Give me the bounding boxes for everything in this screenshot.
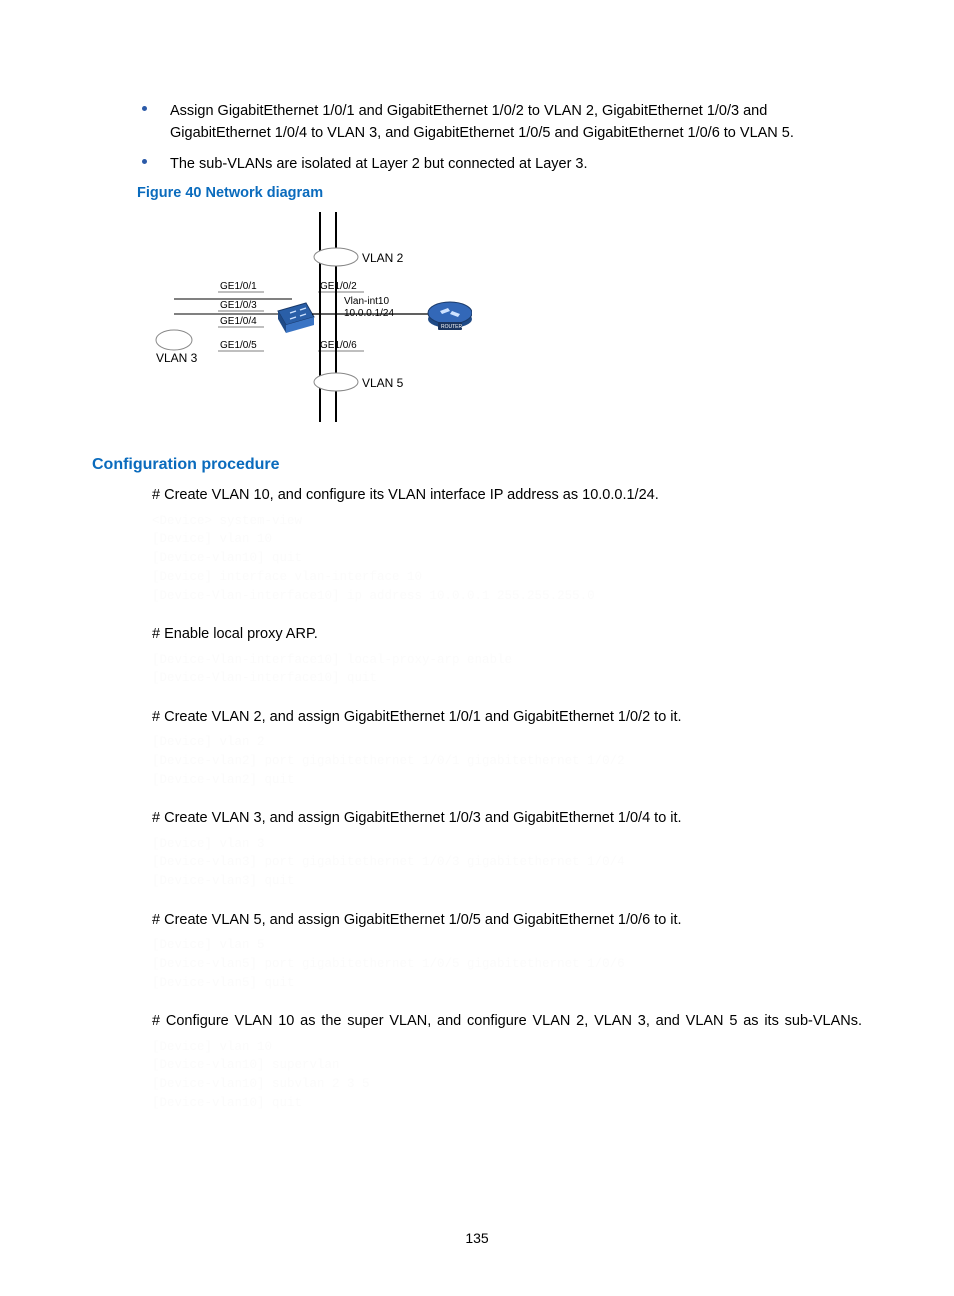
- cli-block: [Device-Vlan-interface10] local-proxy-ar…: [152, 651, 862, 689]
- page-number: 135: [0, 1230, 954, 1246]
- ge101-label: GE1/0/1: [220, 281, 257, 292]
- switch-label: SWITCH: [285, 336, 305, 342]
- figure-caption: Figure 40 Network diagram: [137, 185, 862, 201]
- diagram-svg: VLAN 2 VLAN 5 VLAN 3 GE1/0/1 GE1/0/3 GE1…: [152, 207, 472, 427]
- step-text: # Create VLAN 2, and assign GigabitEther…: [152, 706, 862, 729]
- cli-block: [Device] vlan 2 [Device-vlan2] port giga…: [152, 733, 862, 789]
- bullet-text: The sub-VLANs are isolated at Layer 2 bu…: [170, 156, 588, 172]
- switch-icon: SWITCH: [278, 303, 314, 342]
- page-content: Assign GigabitEthernet 1/0/1 and Gigabit…: [0, 0, 954, 1171]
- bullet-item: The sub-VLANs are isolated at Layer 2 bu…: [142, 153, 862, 175]
- vlan3-label: VLAN 3: [156, 351, 198, 365]
- section-heading: Configuration procedure: [92, 456, 862, 474]
- step-text: # Enable local proxy ARP.: [152, 623, 862, 646]
- vlanint-label: Vlan-int10: [344, 296, 389, 307]
- router-icon: ROUTER: [428, 302, 472, 330]
- cli-block: [Device] vlan 10 [Device-vlan10] supervl…: [152, 1038, 862, 1113]
- cli-block: [Device] vlan 5 [Device-vlan5] port giga…: [152, 936, 862, 992]
- procedure-body: # Create VLAN 10, and configure its VLAN…: [152, 484, 862, 1112]
- ge105-label: GE1/0/5: [220, 340, 257, 351]
- vlan2-label: VLAN 2: [362, 251, 404, 265]
- router-label: ROUTER: [441, 324, 463, 330]
- bullet-item: Assign GigabitEthernet 1/0/1 and Gigabit…: [142, 100, 862, 145]
- bullet-text: Assign GigabitEthernet 1/0/1 and Gigabit…: [170, 103, 794, 141]
- step-text: # Create VLAN 3, and assign GigabitEther…: [152, 807, 862, 830]
- bullet-list: Assign GigabitEthernet 1/0/1 and Gigabit…: [142, 100, 862, 175]
- ge102-label: GE1/0/2: [320, 281, 357, 292]
- cli-block: <Device> system-view [Device] vlan 10 [D…: [152, 512, 862, 606]
- cli-block: [Device] vlan 3 [Device-vlan3] port giga…: [152, 835, 862, 891]
- bullet-dot-icon: [142, 159, 147, 164]
- step-text: # Create VLAN 5, and assign GigabitEther…: [152, 909, 862, 932]
- ge103-label: GE1/0/3: [220, 300, 257, 311]
- step-text: # Configure VLAN 10 as the super VLAN, a…: [152, 1010, 862, 1033]
- ge106-label: GE1/0/6: [320, 340, 357, 351]
- bullet-dot-icon: [142, 106, 147, 111]
- step-text: # Create VLAN 10, and configure its VLAN…: [152, 484, 862, 507]
- vlan5-label: VLAN 5: [362, 376, 404, 390]
- network-diagram: VLAN 2 VLAN 5 VLAN 3 GE1/0/1 GE1/0/3 GE1…: [152, 207, 862, 432]
- ge104-label: GE1/0/4: [220, 316, 257, 327]
